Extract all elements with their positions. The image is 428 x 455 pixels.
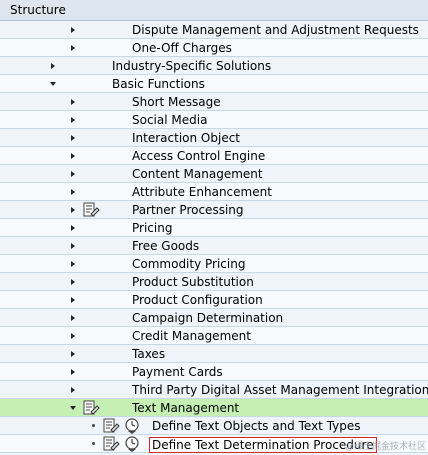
tree-node-label[interactable]: Free Goods <box>132 239 199 253</box>
document-edit-icon[interactable] <box>102 435 120 452</box>
tree-node-label[interactable]: Campaign Determination <box>132 311 283 325</box>
tree-node[interactable]: Commodity Pricing <box>0 255 428 273</box>
tree-node-label[interactable]: Pricing <box>132 221 172 235</box>
expand-arrow-icon[interactable] <box>69 381 77 398</box>
tree-node[interactable]: Taxes <box>0 345 428 363</box>
tree-node[interactable]: Content Management <box>0 165 428 183</box>
tree-node-label[interactable]: Define Text Objects and Text Types <box>152 419 361 433</box>
tree-node-label[interactable]: Text Management <box>132 401 239 415</box>
tree-node[interactable]: Industry-Specific Solutions <box>0 57 428 75</box>
tree-node[interactable]: Product Substitution <box>0 273 428 291</box>
expand-arrow-icon[interactable] <box>69 93 77 110</box>
expand-arrow-icon[interactable] <box>69 309 77 326</box>
tree-node-label[interactable]: Basic Functions <box>112 77 205 91</box>
selected-node-label[interactable]: Define Text Determination Procedure <box>149 437 377 453</box>
expand-arrow-icon[interactable] <box>69 327 77 344</box>
document-edit-icon[interactable] <box>82 399 100 416</box>
tree-node[interactable]: Pricing <box>0 219 428 237</box>
expand-arrow-icon[interactable] <box>69 21 77 38</box>
expand-arrow-icon[interactable] <box>69 291 77 308</box>
document-edit-icon[interactable] <box>82 201 100 218</box>
execute-clock-icon[interactable] <box>124 435 142 452</box>
watermark: @稀土掘金技术社区 <box>344 442 426 452</box>
tree-node-label[interactable]: Third Party Digital Asset Management Int… <box>132 383 428 397</box>
tree-node-label[interactable]: Taxes <box>132 347 165 361</box>
expand-arrow-icon[interactable] <box>69 219 77 236</box>
tree-node[interactable]: Third Party Digital Asset Management Int… <box>0 381 428 399</box>
tree-node[interactable]: Product Configuration <box>0 291 428 309</box>
tree-node-label[interactable]: Content Management <box>132 167 263 181</box>
tree-node[interactable]: Free Goods <box>0 237 428 255</box>
tree-node[interactable]: Partner Processing <box>0 201 428 219</box>
tree-node[interactable]: Social Media <box>0 111 428 129</box>
expand-arrow-icon[interactable] <box>69 183 77 200</box>
tree-node[interactable]: One-Off Charges <box>0 39 428 57</box>
tree-node[interactable]: Basic Functions <box>0 75 428 93</box>
expand-arrow-icon[interactable] <box>69 273 77 290</box>
leaf-bullet-icon <box>89 435 97 452</box>
expand-arrow-icon[interactable] <box>69 201 77 218</box>
tree-node[interactable]: Attribute Enhancement <box>0 183 428 201</box>
expand-arrow-icon[interactable] <box>69 129 77 146</box>
collapse-arrow-icon[interactable] <box>69 399 77 416</box>
expand-arrow-icon[interactable] <box>49 57 57 74</box>
tree-node-label[interactable]: Credit Management <box>132 329 251 343</box>
tree-node[interactable]: Payment Cards <box>0 363 428 381</box>
tree-node-label[interactable]: Commodity Pricing <box>132 257 245 271</box>
expand-arrow-icon[interactable] <box>69 39 77 56</box>
structure-header: Structure <box>0 0 428 21</box>
tree-node[interactable]: Short Message <box>0 93 428 111</box>
expand-arrow-icon[interactable] <box>69 345 77 362</box>
tree-node[interactable]: Define Text Objects and Text Types <box>0 417 428 435</box>
tree-node-label[interactable]: Short Message <box>132 95 221 109</box>
tree-node[interactable]: Dispute Management and Adjustment Reques… <box>0 21 428 39</box>
document-edit-icon[interactable] <box>102 417 120 434</box>
tree-node-label[interactable]: Product Configuration <box>132 293 263 307</box>
tree-node[interactable]: Interaction Object <box>0 129 428 147</box>
tree-node-label[interactable]: Dispute Management and Adjustment Reques… <box>132 23 419 37</box>
tree-node[interactable]: Access Control Engine <box>0 147 428 165</box>
tree-node-label[interactable]: Attribute Enhancement <box>132 185 272 199</box>
tree-node-label[interactable]: Social Media <box>132 113 207 127</box>
tree-node[interactable]: Campaign Determination <box>0 309 428 327</box>
structure-title: Structure <box>10 3 66 17</box>
expand-arrow-icon[interactable] <box>69 165 77 182</box>
tree-node-label[interactable]: Access Control Engine <box>132 149 265 163</box>
tree-node-label[interactable]: Interaction Object <box>132 131 240 145</box>
collapse-arrow-icon[interactable] <box>49 75 57 92</box>
leaf-bullet-icon <box>89 417 97 434</box>
tree-node-label[interactable]: Payment Cards <box>132 365 223 379</box>
execute-clock-icon[interactable] <box>124 417 142 434</box>
tree-node-label[interactable]: One-Off Charges <box>132 41 232 55</box>
expand-arrow-icon[interactable] <box>69 111 77 128</box>
tree-node-label[interactable]: Partner Processing <box>132 203 244 217</box>
expand-arrow-icon[interactable] <box>69 147 77 164</box>
expand-arrow-icon[interactable] <box>69 237 77 254</box>
tree-node[interactable]: Text Management <box>0 399 428 417</box>
tree-node-label[interactable]: Industry-Specific Solutions <box>112 59 271 73</box>
tree-node[interactable]: Credit Management <box>0 327 428 345</box>
expand-arrow-icon[interactable] <box>69 255 77 272</box>
tree-node-label[interactable]: Product Substitution <box>132 275 254 289</box>
expand-arrow-icon[interactable] <box>69 363 77 380</box>
